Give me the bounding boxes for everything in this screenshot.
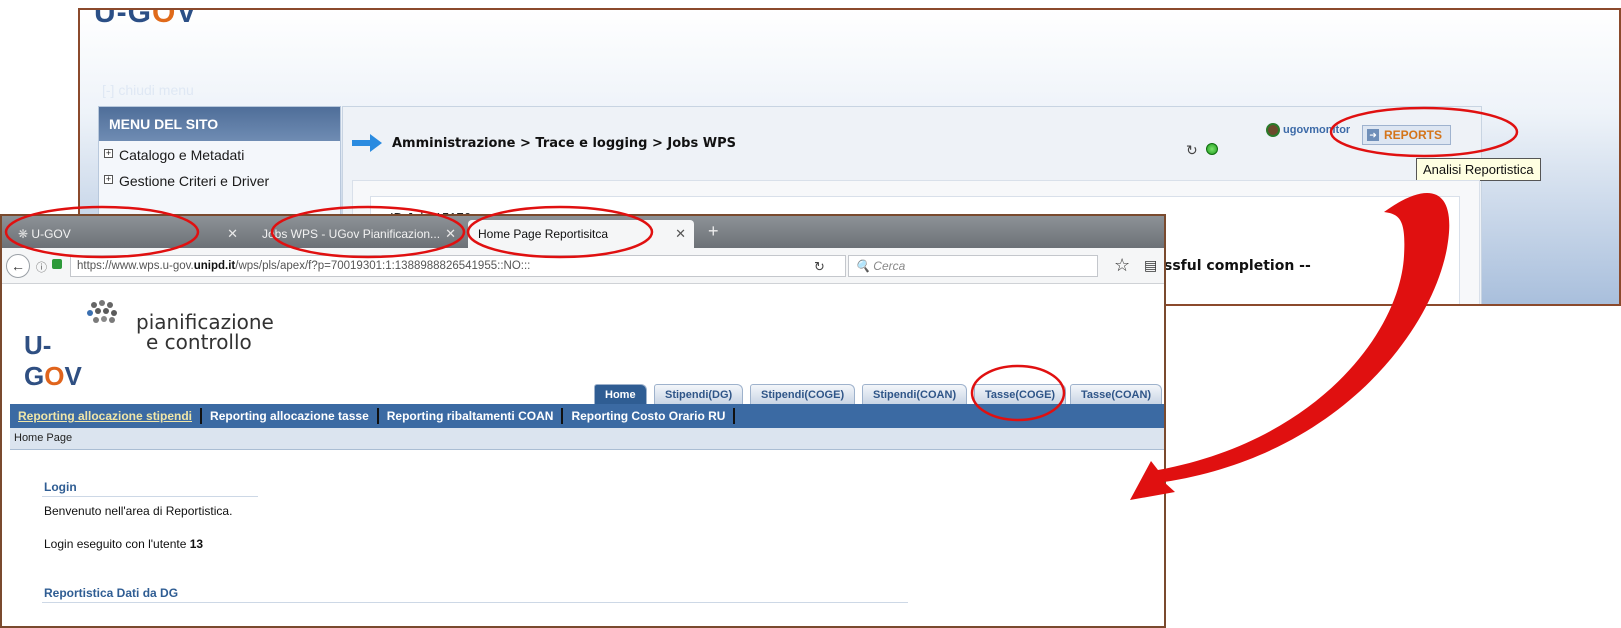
logo-dots-icon — [87, 300, 117, 323]
logo-title-line2: e controllo — [146, 330, 252, 354]
completion-status-text: ssful completion -- — [1164, 258, 1311, 274]
reports-tooltip: Analisi Reportistica — [1416, 158, 1541, 181]
browser-window: ❋ U-GOV ✕ Jobs WPS - UGov Pianificazion.… — [0, 214, 1166, 628]
browser-tab-ugov[interactable]: ❋ U-GOV ✕ — [8, 220, 246, 248]
report-menu-item-stipendi[interactable]: Reporting allocazione stipendi — [10, 408, 203, 424]
report-menu-bar: Reporting allocazione stipendi Reporting… — [10, 404, 1164, 428]
breadcrumb-text: Amministrazione > Trace e logging > Jobs… — [392, 135, 736, 151]
bookmark-star-icon[interactable]: ☆ — [1114, 255, 1130, 276]
status-ok-icon — [1206, 143, 1218, 155]
ugov-logo: U-GOV — [94, 8, 198, 29]
browser-tabstrip: ❋ U-GOV ✕ Jobs WPS - UGov Pianificazion.… — [2, 216, 1164, 248]
tab-label: Home Page Reportisitca — [478, 227, 609, 241]
report-menu-item-costo-orario[interactable]: Reporting Costo Orario RU — [563, 408, 736, 424]
reports-label: REPORTS — [1384, 128, 1443, 142]
tab-tasse-coge[interactable]: Tasse(COGE) — [974, 384, 1067, 404]
breadcrumb: Amministrazione > Trace e logging > Jobs… — [352, 134, 736, 152]
browser-tab-jobs-wps[interactable]: Jobs WPS - UGov Pianificazion... ✕ — [252, 220, 464, 248]
report-menu-item-ribaltamenti[interactable]: Reporting ribaltamenti COAN — [379, 408, 564, 424]
new-tab-icon[interactable]: + — [708, 221, 719, 242]
tree-item-label: Gestione Criteri e Driver — [119, 173, 270, 189]
login-section-title: Login — [44, 480, 77, 494]
ugov-logo-text: U-GOV — [24, 330, 82, 391]
reload-icon[interactable]: ↻ — [814, 259, 825, 275]
section-divider — [42, 496, 258, 497]
close-tab-icon[interactable]: ✕ — [445, 226, 456, 242]
report-menu-item-tasse[interactable]: Reporting allocazione tasse — [202, 408, 379, 424]
arrow-right-icon — [352, 134, 382, 152]
tab-label: Jobs WPS - UGov Pianificazion... — [262, 227, 441, 241]
login-status-text: Login eseguito con l'utente 13 — [44, 537, 204, 551]
favicon-icon: ❋ — [18, 227, 29, 241]
apex-tab-bar: Home Stipendi(DG) Stipendi(COGE) Stipend… — [2, 384, 1164, 404]
tab-label: U-GOV — [31, 227, 71, 241]
user-icon — [1266, 123, 1280, 137]
tree-item-catalogo[interactable]: + Catalogo e Metadati — [99, 141, 340, 167]
username: ugovmonitor — [1283, 124, 1351, 136]
tree-item-gestione-criteri[interactable]: + Gestione Criteri e Driver — [99, 167, 340, 193]
tab-stipendi-coan[interactable]: Stipendi(COAN) — [862, 384, 968, 404]
tab-home[interactable]: Home — [594, 384, 647, 404]
search-input[interactable]: 🔍 Cerca — [848, 255, 1098, 277]
tab-stipendi-coge[interactable]: Stipendi(COGE) — [750, 384, 856, 404]
section-divider — [42, 602, 908, 603]
refresh-icon[interactable]: ↻ — [1186, 142, 1198, 159]
close-menu-link[interactable]: [-] chiudi menu — [102, 82, 194, 98]
arrow-right-icon: ➜ — [1367, 129, 1379, 141]
expand-icon[interactable]: + — [104, 149, 113, 158]
lock-icon[interactable] — [52, 259, 62, 269]
reports-button[interactable]: ➜ REPORTS — [1362, 125, 1452, 145]
info-icon[interactable]: ⓘ — [36, 259, 47, 275]
tab-stipendi-dg[interactable]: Stipendi(DG) — [654, 384, 744, 404]
welcome-text: Benvenuto nell'area di Reportistica. — [44, 504, 233, 518]
url-input[interactable]: https://www.wps.u-gov.unipd.it/wps/pls/a… — [70, 255, 846, 277]
close-tab-icon[interactable]: ✕ — [227, 226, 238, 242]
dg-section-title: Reportistica Dati da DG — [44, 586, 179, 600]
page-breadcrumb: Home Page — [10, 428, 1164, 450]
library-icon[interactable]: ▤ — [1144, 257, 1157, 274]
browser-tab-home-page[interactable]: Home Page Reportisitca ✕ — [468, 220, 694, 248]
navigation-bar: ← ⓘ https://www.wps.u-gov.unipd.it/wps/p… — [2, 248, 1164, 284]
expand-icon[interactable]: + — [104, 175, 113, 184]
user-info: ugovmonitor — [1266, 123, 1350, 137]
tree-item-label: Catalogo e Metadati — [119, 147, 245, 163]
back-arrow-icon[interactable]: ← — [6, 254, 30, 278]
close-tab-icon[interactable]: ✕ — [675, 226, 686, 242]
tab-tasse-coan[interactable]: Tasse(COAN) — [1070, 384, 1163, 404]
site-menu-title: MENU DEL SITO — [99, 107, 340, 141]
